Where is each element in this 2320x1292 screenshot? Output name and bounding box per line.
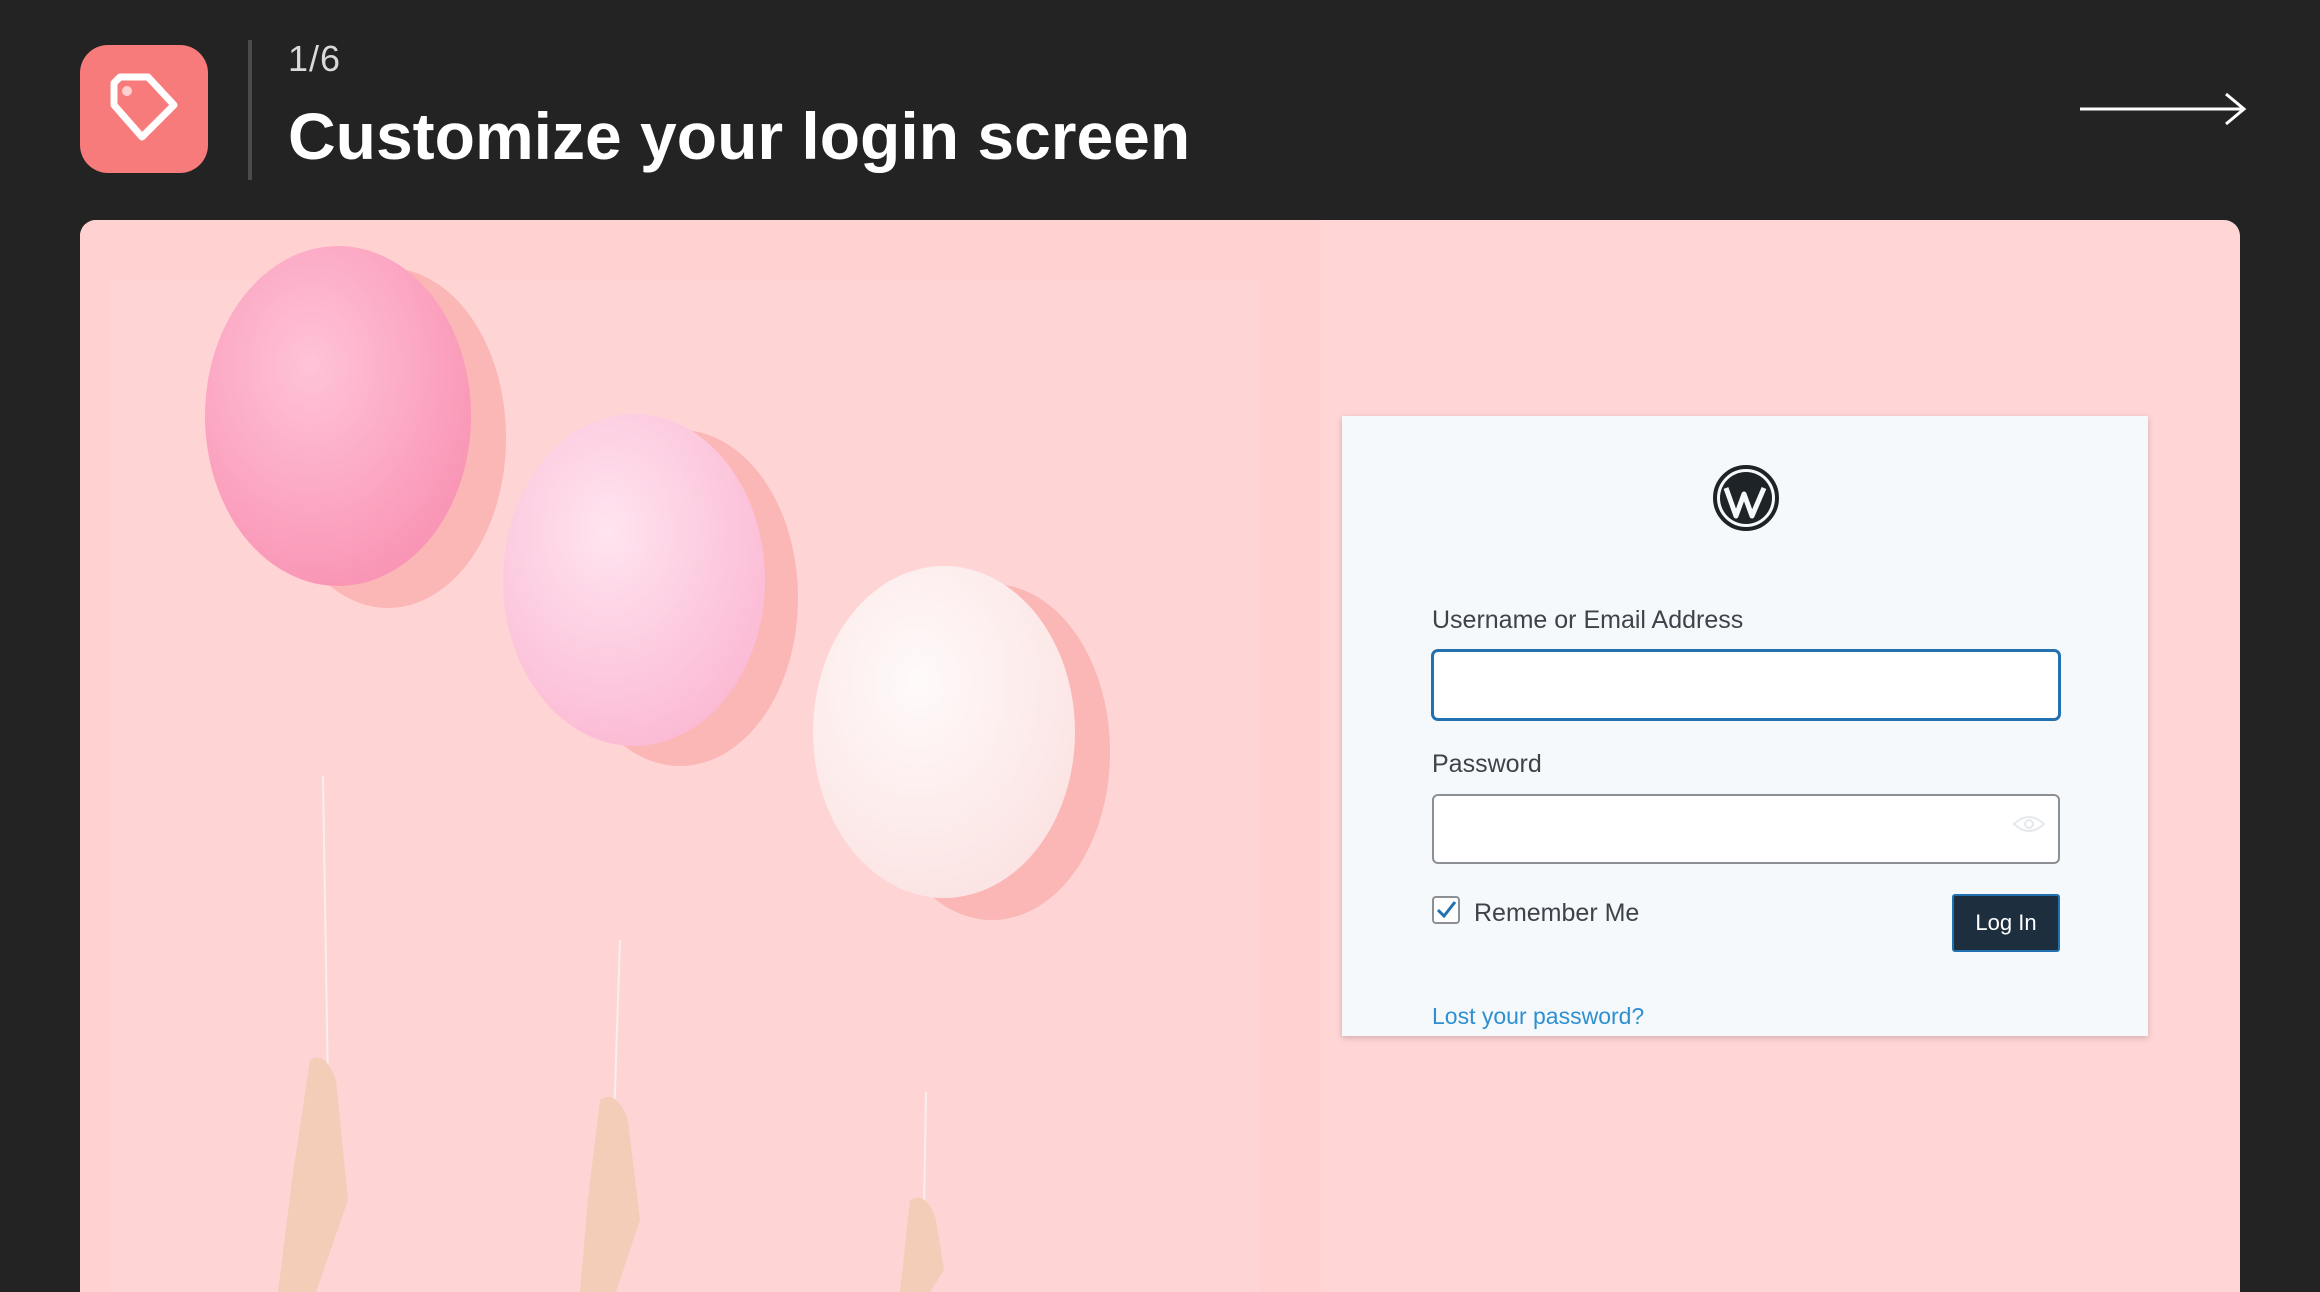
eye-icon[interactable] [2012,814,2046,834]
header-divider [248,40,252,180]
lost-password-link[interactable]: Lost your password? [1432,1003,1644,1030]
app-icon [80,45,208,173]
username-input[interactable] [1432,650,2060,720]
arrow-right-icon[interactable] [2078,88,2248,130]
login-button[interactable]: Log In [1952,894,2060,952]
page-title: Customize your login screen [288,99,1191,173]
login-preview: Username or Email Address Password Remem… [80,220,2240,1292]
password-label: Password [1432,750,1542,778]
balloons-photo [80,220,1320,1292]
remember-me-label: Remember Me [1474,899,1640,927]
password-input[interactable] [1432,794,2060,864]
step-counter: 1/6 [288,38,342,79]
wordpress-logo-icon [1713,465,1779,531]
tag-icon [110,73,178,141]
remember-me-checkbox[interactable] [1432,896,1460,924]
login-card: Username or Email Address Password Remem… [1342,416,2148,1036]
checkmark-icon [1436,901,1457,919]
username-label: Username or Email Address [1432,606,1744,634]
